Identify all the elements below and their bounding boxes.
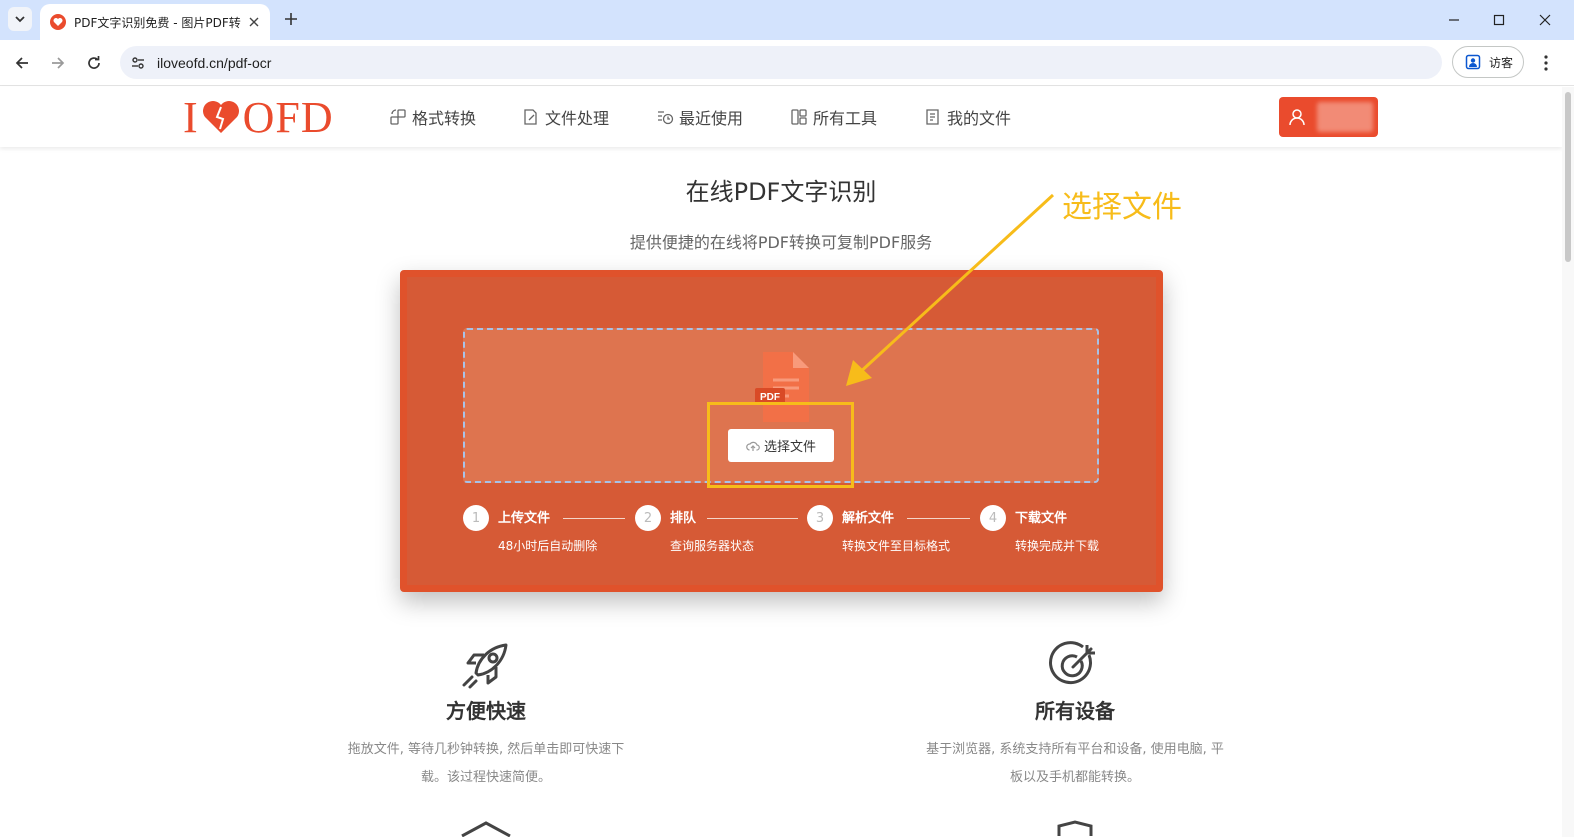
nav-label: 我的文件 — [947, 109, 1012, 128]
feature-desc: 基于浏览器, 系统支持所有平台和设备, 使用电脑, 平 板以及手机都能转换。 — [905, 736, 1245, 792]
convert-icon — [390, 109, 406, 125]
maximize-button[interactable] — [1487, 8, 1511, 32]
minimize-icon — [1449, 19, 1459, 21]
annotation-label: 选择文件 — [1062, 190, 1182, 225]
nav-all-tools[interactable]: 所有工具 — [790, 103, 877, 131]
security-icon — [1057, 820, 1093, 836]
feature-all-devices: 所有设备 基于浏览器, 系统支持所有平台和设备, 使用电脑, 平 板以及手机都能… — [905, 641, 1245, 792]
shield-icon — [461, 821, 511, 837]
arrow-left-icon — [15, 57, 28, 69]
guest-label: 访客 — [1489, 55, 1514, 70]
step-title: 排队 — [670, 511, 697, 526]
step-title: 上传文件 — [498, 511, 551, 526]
minimize-button[interactable] — [1442, 8, 1466, 32]
target-icon — [1049, 641, 1095, 685]
feature-desc-line: 拖放文件, 等待几秒钟转换, 然后单击即可快速下 — [347, 742, 625, 757]
my-files-icon — [926, 109, 939, 125]
edit-file-icon — [524, 109, 537, 125]
reload-button[interactable] — [81, 50, 107, 76]
scrollbar-thumb[interactable] — [1565, 92, 1571, 262]
browser-toolbar: iloveofd.cn/pdf-ocr 访客 — [0, 40, 1574, 86]
close-icon — [1539, 14, 1551, 26]
nav-file-processing[interactable]: 文件处理 — [522, 103, 609, 131]
nav-label: 最近使用 — [679, 109, 744, 128]
heart-logo-icon — [202, 101, 239, 133]
step-number: 4 — [980, 505, 1006, 531]
step-connector — [563, 518, 625, 519]
nav-label: 格式转换 — [412, 109, 477, 128]
user-icon — [1289, 109, 1305, 126]
step-title: 下载文件 — [1015, 511, 1068, 526]
chevron-down-icon — [15, 16, 25, 23]
rocket-icon — [462, 643, 508, 689]
site-settings-icon[interactable] — [123, 48, 153, 78]
maximize-icon — [1493, 14, 1505, 26]
feature-desc-line: 板以及手机都能转换。 — [1009, 770, 1140, 785]
browser-tab-active[interactable]: PDF文字识别免费 - 图片PDF转 — [40, 4, 270, 40]
nav-label: 文件处理 — [545, 109, 610, 128]
profile-icon — [1465, 54, 1481, 70]
user-account-button[interactable] — [1279, 97, 1378, 137]
more-vert-icon — [1544, 55, 1548, 71]
annotation-highlight-box — [707, 402, 854, 488]
step-desc: 48小时后自动删除 — [498, 539, 598, 553]
logo-text-right: OFD — [242, 92, 334, 142]
feature-title: 方便快速 — [446, 699, 526, 723]
site-favicon-icon — [50, 14, 66, 30]
recent-icon — [658, 111, 674, 125]
url-text: iloveofd.cn/pdf-ocr — [157, 54, 272, 71]
nav-recent[interactable]: 最近使用 — [656, 103, 743, 131]
guest-profile-button[interactable]: 访客 — [1452, 46, 1524, 78]
close-tab-icon[interactable] — [246, 14, 262, 30]
step-number: 1 — [463, 505, 489, 531]
step-connector — [907, 518, 970, 519]
page-title: 在线PDF文字识别 — [685, 178, 877, 206]
step-title: 解析文件 — [842, 511, 895, 526]
back-button[interactable] — [9, 50, 35, 76]
arrow-right-icon — [52, 57, 65, 69]
new-tab-button[interactable] — [280, 8, 302, 30]
tab-title: PDF文字识别免费 - 图片PDF转 — [74, 15, 241, 30]
browser-menu-button[interactable] — [1536, 50, 1556, 76]
feature-desc-line: 载。该过程快速简便。 — [420, 770, 551, 785]
step-number: 2 — [635, 505, 661, 531]
step-desc: 转换完成并下载 — [1015, 539, 1100, 553]
tab-search-button[interactable] — [8, 7, 32, 31]
plus-icon — [285, 13, 297, 25]
address-bar[interactable]: iloveofd.cn/pdf-ocr — [120, 46, 1442, 79]
site-header: I OFD 格式转换 文件处理 最近使用 所有工具 我的文件 — [0, 87, 1562, 147]
feature-title: 所有设备 — [1035, 699, 1115, 723]
step-connector — [707, 518, 798, 519]
forward-button[interactable] — [45, 50, 71, 76]
reload-icon — [88, 56, 100, 69]
site-logo[interactable]: I OFD — [183, 92, 334, 142]
step-number: 3 — [807, 505, 833, 531]
nav-label: 所有工具 — [813, 109, 878, 128]
feature-fast: 方便快速 拖放文件, 等待几秒钟转换, 然后单击即可快速下 载。该过程快速简便。 — [316, 641, 656, 792]
close-window-button[interactable] — [1533, 8, 1557, 32]
step-desc: 查询服务器状态 — [670, 539, 755, 553]
feature-desc: 拖放文件, 等待几秒钟转换, 然后单击即可快速下 载。该过程快速简便。 — [316, 736, 656, 792]
logo-text-left: I — [183, 92, 199, 142]
username-blurred — [1317, 102, 1373, 132]
progress-steps: 1 上传文件 48小时后自动删除 2 排队 查询服务器状态 3 解析文件 转换文… — [463, 505, 1163, 565]
browser-tab-strip: PDF文字识别免费 - 图片PDF转 — [0, 0, 1574, 40]
step-desc: 转换文件至目标格式 — [842, 539, 951, 553]
nav-format-convert[interactable]: 格式转换 — [389, 103, 476, 131]
feature-desc-line: 基于浏览器, 系统支持所有平台和设备, 使用电脑, 平 — [926, 742, 1224, 757]
page-subtitle: 提供便捷的在线将PDF转换可复制PDF服务 — [629, 233, 933, 252]
nav-my-files[interactable]: 我的文件 — [924, 103, 1011, 131]
grid-icon — [791, 109, 807, 125]
